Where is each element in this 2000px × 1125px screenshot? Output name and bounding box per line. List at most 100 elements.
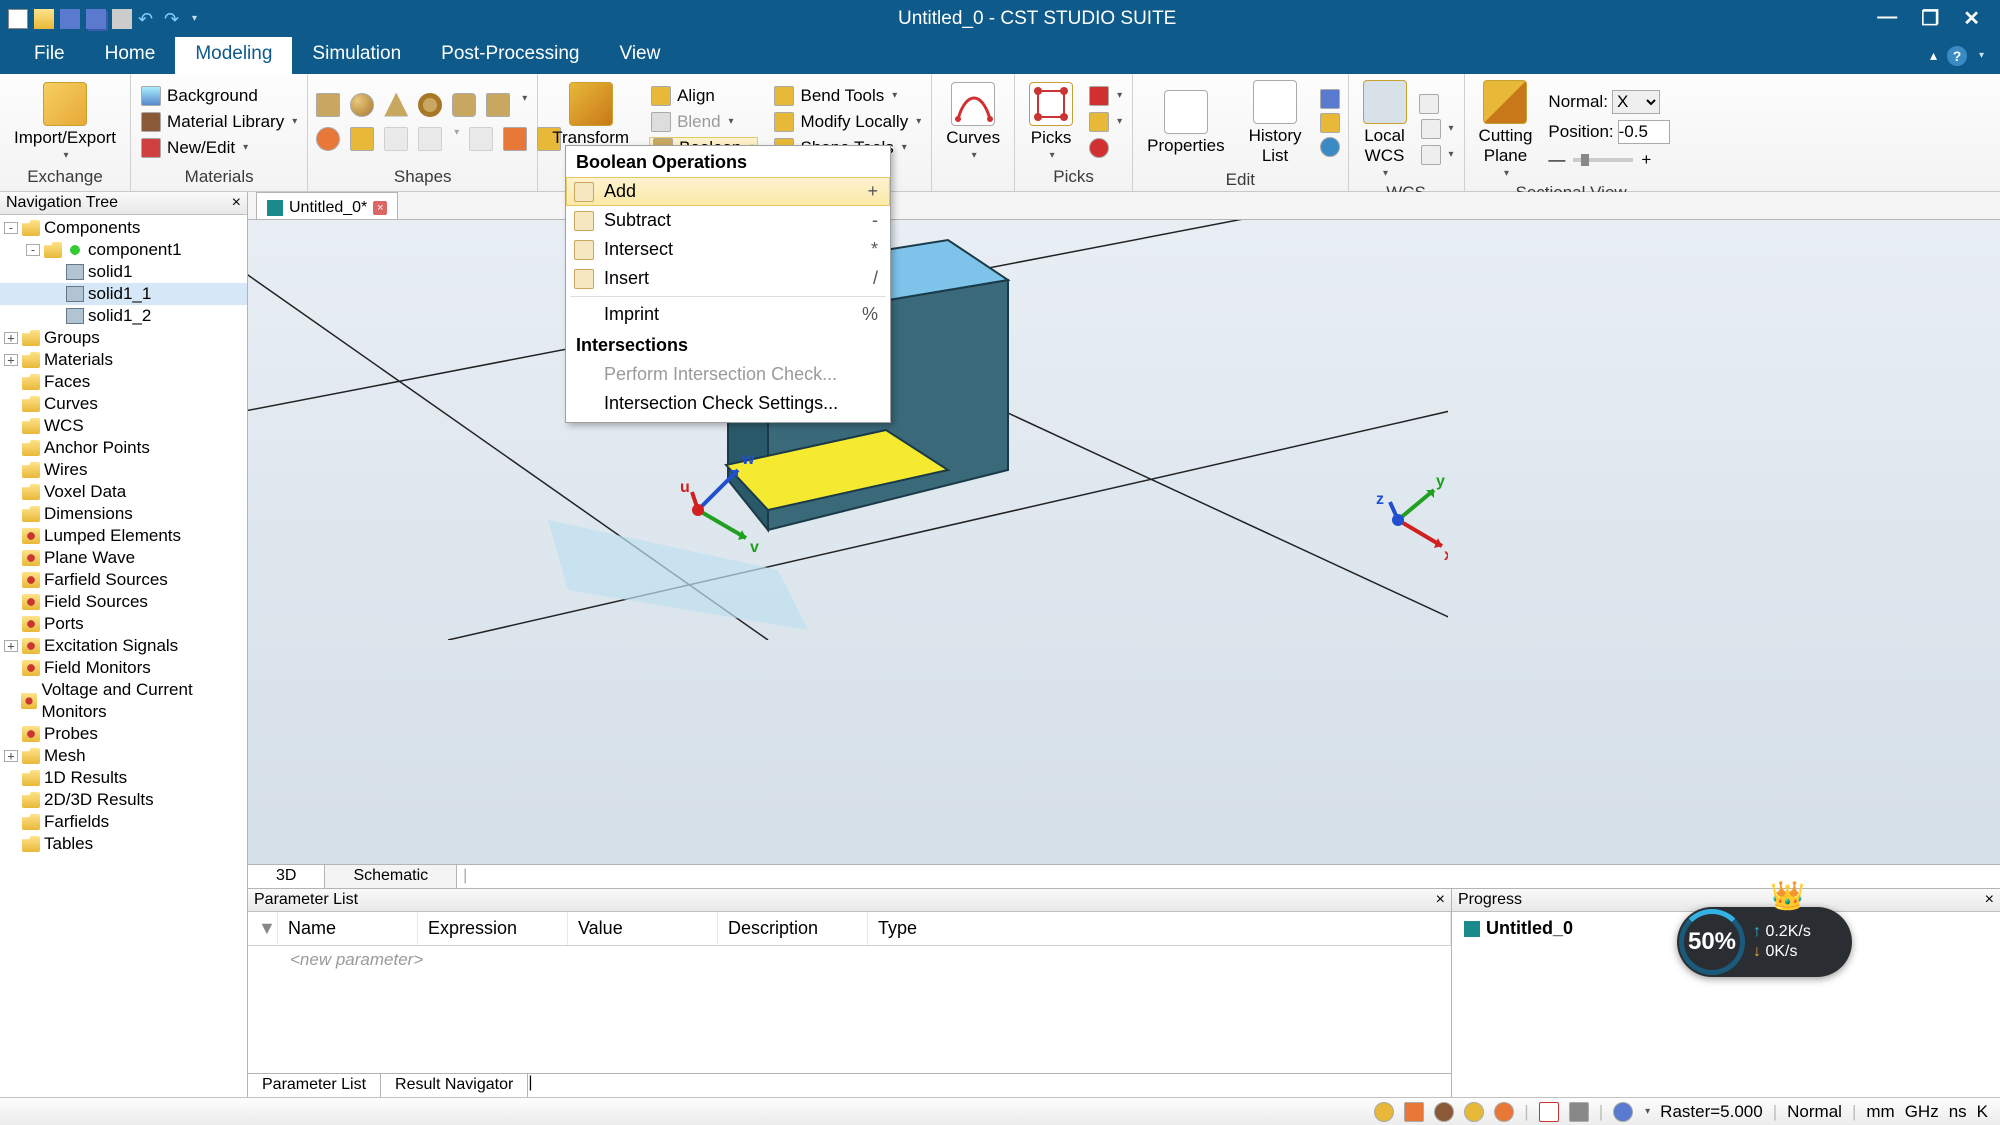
edit-tool-2-icon[interactable]	[1320, 113, 1340, 133]
new-parameter-placeholder[interactable]: <new parameter>	[248, 946, 1451, 974]
background-button[interactable]: Background	[139, 85, 299, 107]
picks-button[interactable]: Picks▾	[1023, 80, 1079, 163]
tree-item-field-monitors[interactable]: Field Monitors	[0, 657, 247, 679]
status-pencil-icon[interactable]	[1569, 1102, 1589, 1122]
tree-item-wires[interactable]: Wires	[0, 459, 247, 481]
status-globe-icon[interactable]	[1613, 1102, 1633, 1122]
minimize-button[interactable]: —	[1877, 6, 1897, 31]
tree-item-wcs[interactable]: WCS	[0, 415, 247, 437]
boolean-insert[interactable]: Insert/	[566, 264, 890, 293]
tree-item-curves[interactable]: Curves	[0, 393, 247, 415]
parameter-list-close-icon[interactable]: ×	[1436, 891, 1445, 909]
material-library-button[interactable]: Material Library▾	[139, 111, 299, 133]
status-unit-mm[interactable]: mm	[1866, 1102, 1894, 1122]
curves-button[interactable]: Curves▾	[940, 80, 1006, 163]
status-expand-icon[interactable]	[1539, 1102, 1559, 1122]
status-zoom-icon[interactable]	[1464, 1102, 1484, 1122]
navigation-tree[interactable]: -Components-component1 solid1 solid1_1 s…	[0, 215, 247, 1097]
tree-item-mesh[interactable]: +Mesh	[0, 745, 247, 767]
info-icon[interactable]	[1320, 137, 1340, 157]
document-tab-close-icon[interactable]: ×	[373, 201, 387, 215]
status-unit-k[interactable]: K	[1977, 1102, 1988, 1122]
boolean-subtract[interactable]: Subtract-	[566, 206, 890, 235]
boolean-imprint[interactable]: Imprint%	[566, 300, 890, 329]
sweep-icon[interactable]	[384, 127, 408, 151]
col-type[interactable]: Type	[868, 912, 1451, 945]
history-list-button[interactable]: History List	[1243, 78, 1308, 168]
sphere-icon[interactable]	[350, 93, 374, 117]
network-speed-widget[interactable]: 50% 0.2K/s 0K/s	[1677, 907, 1852, 977]
tab-post-processing[interactable]: Post-Processing	[421, 37, 599, 74]
shape-tool-4-icon[interactable]	[418, 127, 442, 151]
bend-tools-button[interactable]: Bend Tools▾	[772, 85, 923, 107]
tree-item-plane-wave[interactable]: Plane Wave	[0, 547, 247, 569]
boolean-intersect[interactable]: Intersect*	[566, 235, 890, 264]
tree-item-1d-results[interactable]: 1D Results	[0, 767, 247, 789]
tree-item-groups[interactable]: +Groups	[0, 327, 247, 349]
torus-icon[interactable]	[418, 93, 442, 117]
tree-item-solid1[interactable]: solid1	[0, 261, 247, 283]
redo-icon[interactable]: ↷	[164, 9, 184, 29]
loft-icon[interactable]	[350, 127, 374, 151]
tree-item-2d-3d-results[interactable]: 2D/3D Results	[0, 789, 247, 811]
tree-item-voxel-data[interactable]: Voxel Data	[0, 481, 247, 503]
3d-viewport[interactable]: w v u y x z	[248, 220, 2000, 865]
tree-item-probes[interactable]: Probes	[0, 723, 247, 745]
boolean-intersection-check-settings-[interactable]: Intersection Check Settings...	[566, 389, 890, 418]
cone-icon[interactable]	[384, 93, 408, 117]
ribbon-collapse-icon[interactable]: ▴	[1930, 47, 1937, 64]
boolean-add[interactable]: Add+	[566, 177, 890, 206]
status-normal[interactable]: Normal	[1787, 1102, 1842, 1122]
tree-item-dimensions[interactable]: Dimensions	[0, 503, 247, 525]
wcs-tool-2[interactable]: ▾	[1419, 118, 1456, 140]
status-unit-ns[interactable]: ns	[1949, 1102, 1967, 1122]
tree-item-solid1-1[interactable]: solid1_1	[0, 283, 247, 305]
normal-select[interactable]: X	[1612, 90, 1660, 114]
shape-tool-5-icon[interactable]	[469, 127, 493, 151]
new-edit-material-button[interactable]: New/Edit▾	[139, 137, 299, 159]
position-slider[interactable]	[1573, 158, 1633, 162]
tree-item-solid1-2[interactable]: solid1_2	[0, 305, 247, 327]
save-all-icon[interactable]	[86, 9, 106, 29]
tab-modeling[interactable]: Modeling	[175, 37, 292, 74]
tree-item-tables[interactable]: Tables	[0, 833, 247, 855]
properties-button[interactable]: Properties	[1141, 88, 1230, 158]
cutting-plane-button[interactable]: Cutting Plane▾	[1473, 78, 1539, 181]
col-description[interactable]: Description	[718, 912, 868, 945]
wcs-tool-3[interactable]: ▾	[1419, 144, 1456, 166]
calculator-icon[interactable]	[1320, 89, 1340, 109]
tree-item-farfield-sources[interactable]: Farfield Sources	[0, 569, 247, 591]
print-icon[interactable]	[112, 9, 132, 29]
brick-icon[interactable]	[316, 93, 340, 117]
save-icon[interactable]	[60, 9, 80, 29]
status-rotate-icon[interactable]	[1434, 1102, 1454, 1122]
pick-tool-3[interactable]	[1087, 137, 1124, 159]
status-reset-icon[interactable]	[1494, 1102, 1514, 1122]
blend-button[interactable]: Blend▾	[649, 111, 758, 133]
col-value[interactable]: Value	[568, 912, 718, 945]
tree-item-lumped-elements[interactable]: Lumped Elements	[0, 525, 247, 547]
modify-locally-button[interactable]: Modify Locally▾	[772, 111, 923, 133]
restore-button[interactable]: ❐	[1921, 6, 1939, 31]
tree-item-excitation-signals[interactable]: +Excitation Signals	[0, 635, 247, 657]
undo-icon[interactable]: ↶	[138, 9, 158, 29]
col-name[interactable]: Name	[278, 912, 418, 945]
tree-item-field-sources[interactable]: Field Sources	[0, 591, 247, 613]
pick-tool-2[interactable]: ▾	[1087, 111, 1124, 133]
bottom-tab-result-navigator[interactable]: Result Navigator	[381, 1074, 528, 1097]
bottom-tab-parameter-list[interactable]: Parameter List	[248, 1074, 381, 1097]
view-tab-schematic[interactable]: Schematic	[325, 865, 457, 888]
status-zoom-fit-icon[interactable]	[1374, 1102, 1394, 1122]
tree-item-materials[interactable]: +Materials	[0, 349, 247, 371]
tree-item-farfields[interactable]: Farfields	[0, 811, 247, 833]
help-icon[interactable]: ?	[1947, 46, 1967, 66]
filter-icon[interactable]: ▼	[248, 912, 278, 945]
tree-item-ports[interactable]: Ports	[0, 613, 247, 635]
view-tab-3d[interactable]: 3D	[248, 865, 325, 888]
navigation-tree-close-icon[interactable]: ×	[232, 194, 241, 212]
cylinder-icon[interactable]	[452, 93, 476, 117]
tree-item-component1[interactable]: -component1	[0, 239, 247, 261]
local-wcs-button[interactable]: Local WCS▾	[1357, 78, 1413, 181]
pick-tool-1[interactable]: ▾	[1087, 85, 1124, 107]
tab-home[interactable]: Home	[85, 37, 176, 74]
